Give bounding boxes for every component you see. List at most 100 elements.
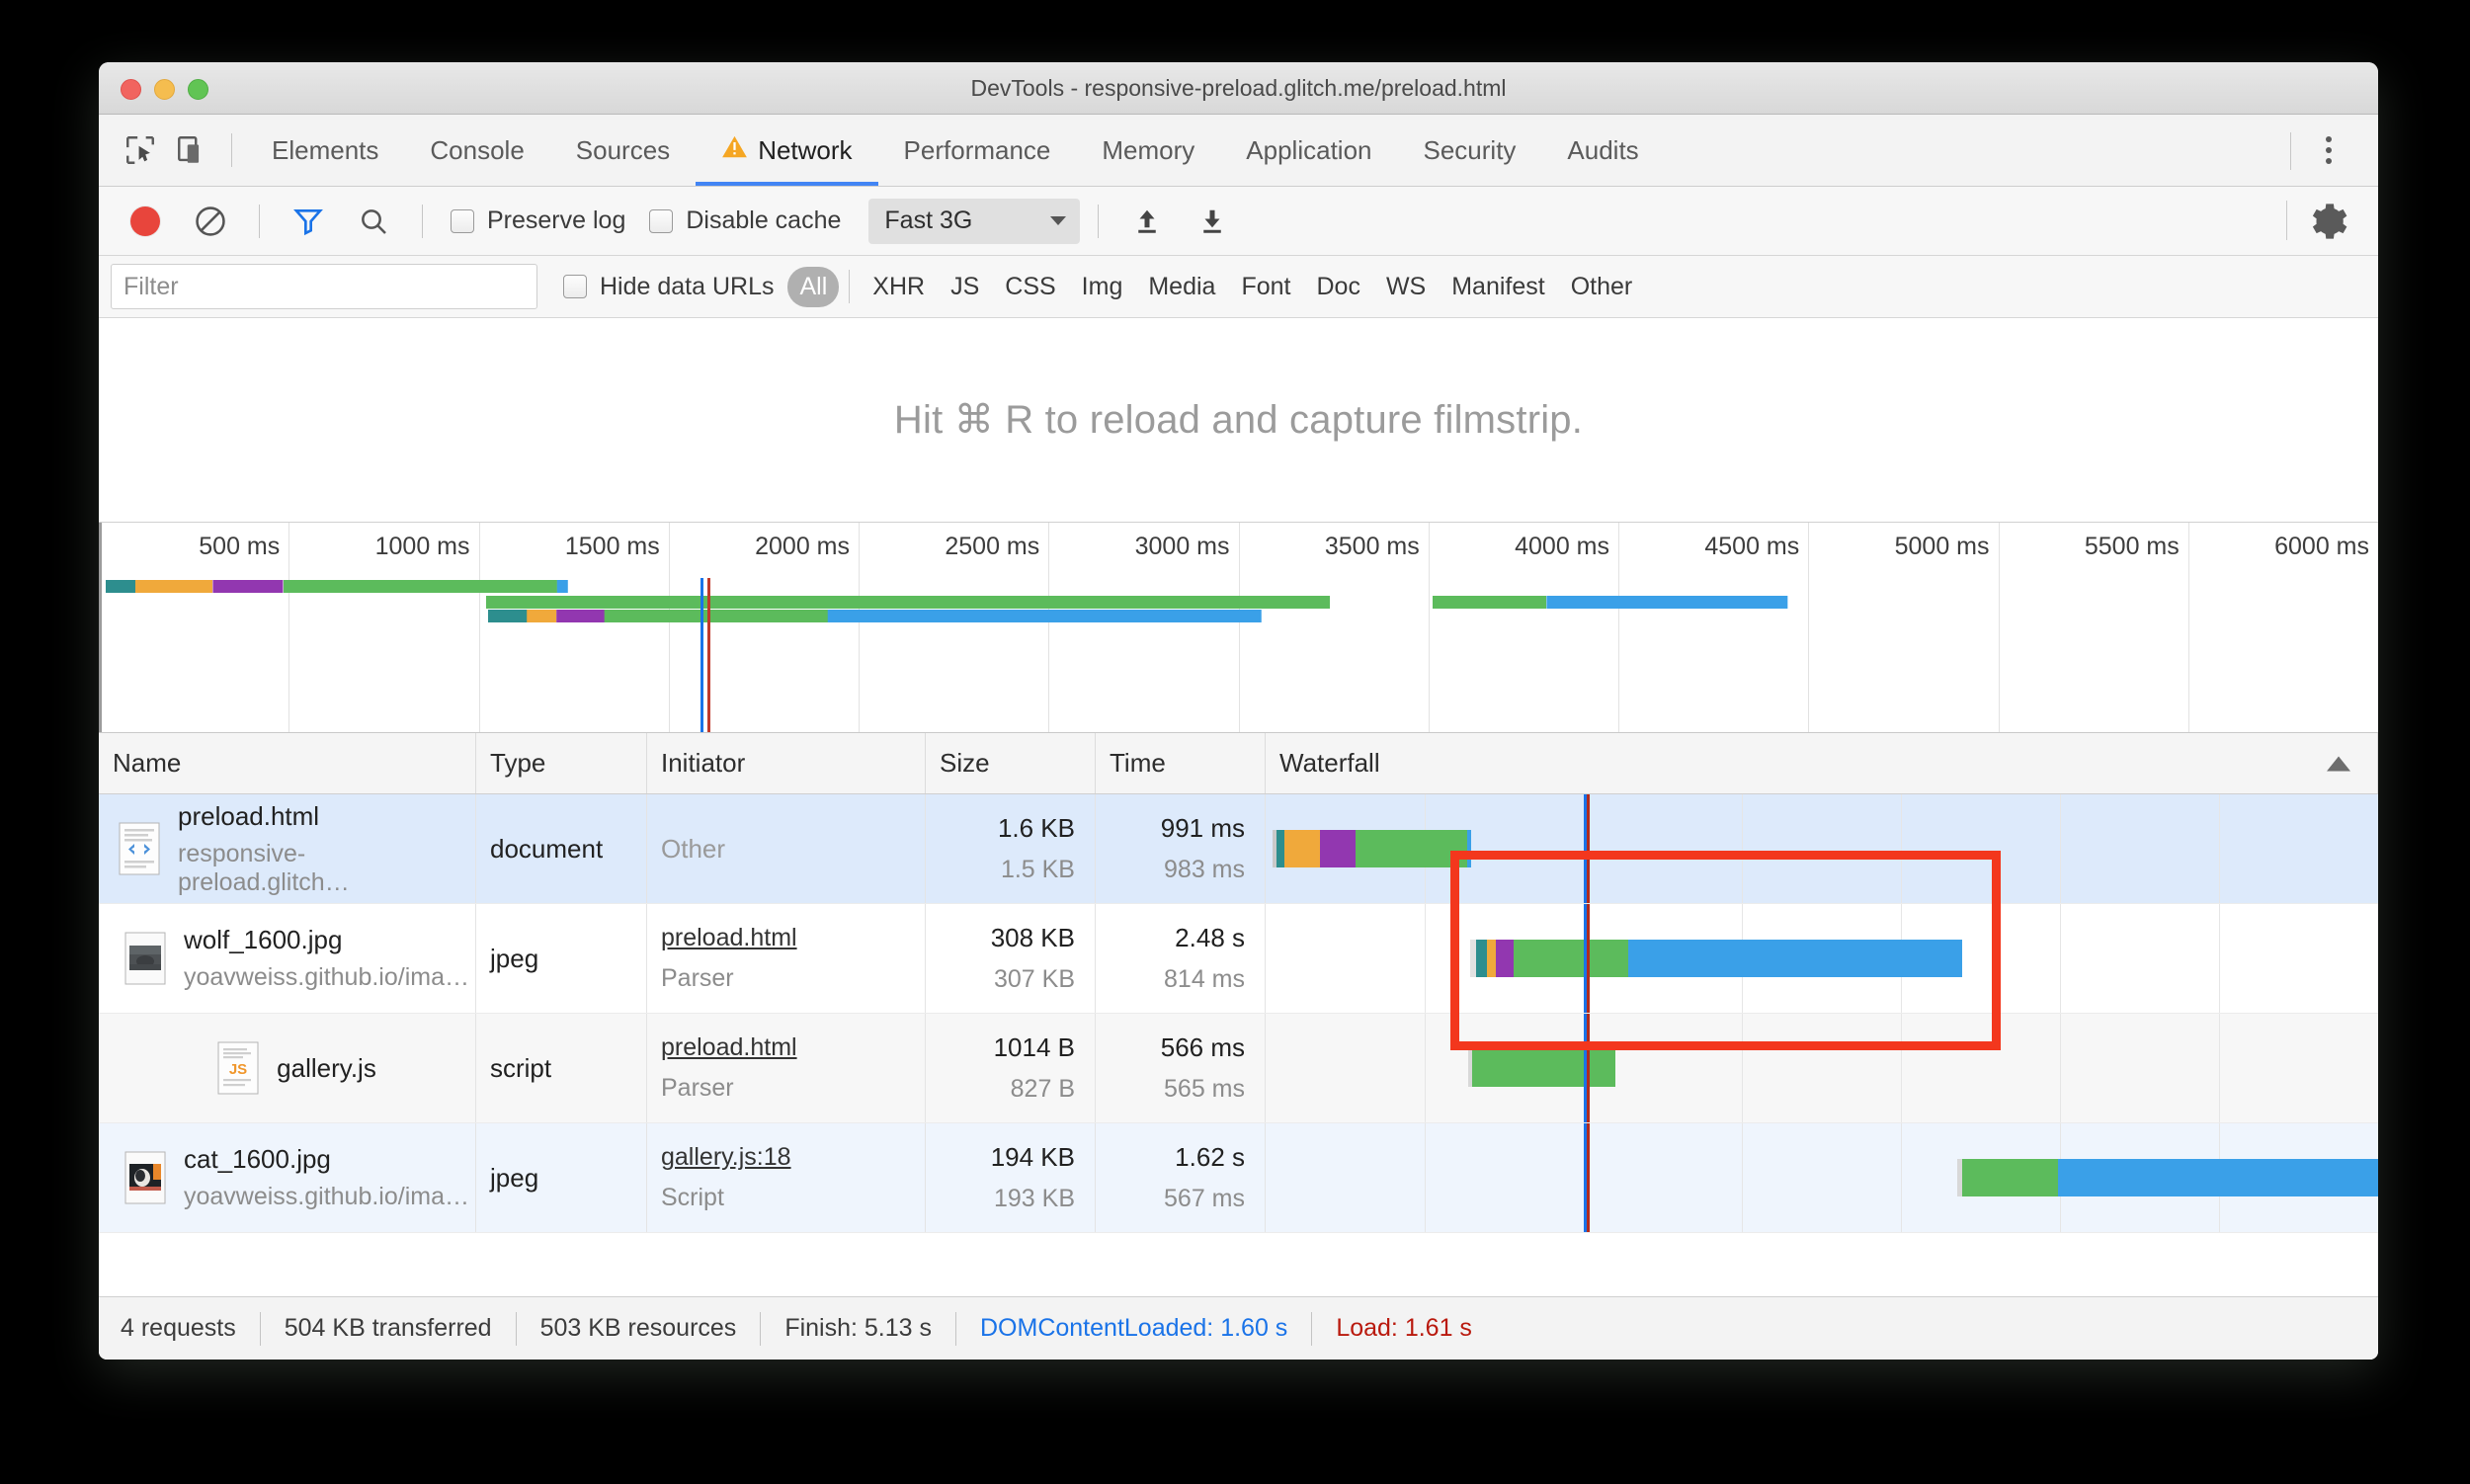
overview-bar-segment bbox=[527, 610, 557, 622]
type-filter-manifest[interactable]: Manifest bbox=[1439, 267, 1557, 307]
cell-time: 1.62 s 567 ms bbox=[1096, 1123, 1266, 1232]
tab-audits[interactable]: Audits bbox=[1541, 115, 1664, 186]
overview-tick-label: 4000 ms bbox=[1515, 533, 1609, 560]
cell-waterfall[interactable] bbox=[1266, 1014, 2378, 1122]
waterfall-bar[interactable] bbox=[1957, 1159, 2378, 1196]
disable-cache-checkbox[interactable]: Disable cache bbox=[639, 206, 851, 235]
waterfall-bar[interactable] bbox=[1467, 1049, 2378, 1087]
waterfall-segment bbox=[1628, 940, 1962, 977]
resource-type: script bbox=[490, 1052, 552, 1083]
type-filter-ws[interactable]: WS bbox=[1373, 267, 1439, 307]
hide-data-urls-checkbox[interactable]: Hide data URLs bbox=[563, 273, 774, 301]
overview-tick-label: 2500 ms bbox=[945, 533, 1040, 560]
cell-size: 194 KB 193 KB bbox=[926, 1123, 1096, 1232]
initiator-text: Other bbox=[661, 833, 726, 864]
table-body: preload.html responsive-preload.glitch… do… bbox=[99, 794, 2378, 1296]
cell-waterfall[interactable] bbox=[1266, 794, 2378, 903]
export-har-button[interactable] bbox=[1182, 196, 1243, 247]
overview-tick-label: 1000 ms bbox=[374, 533, 470, 560]
filter-input[interactable] bbox=[111, 264, 537, 309]
tabstrip-divider bbox=[2290, 132, 2291, 170]
type-filter-media[interactable]: Media bbox=[1135, 267, 1228, 307]
type-filter-font[interactable]: Font bbox=[1228, 267, 1303, 307]
tab-elements[interactable]: Elements bbox=[246, 115, 404, 186]
overview-tick-label: 5500 ms bbox=[2084, 533, 2180, 560]
toolbar-divider bbox=[1098, 204, 1100, 238]
resource-type: jpeg bbox=[490, 943, 539, 973]
tab-security[interactable]: Security bbox=[1398, 115, 1542, 186]
overview-tick-label: 4500 ms bbox=[1704, 533, 1800, 560]
overview-tick-label: 1500 ms bbox=[564, 533, 660, 560]
latency-value: 814 ms bbox=[1164, 965, 1245, 993]
resource-type: jpeg bbox=[490, 1162, 539, 1193]
tab-sources[interactable]: Sources bbox=[550, 115, 696, 186]
waterfall-bar[interactable] bbox=[1272, 830, 2378, 867]
waterfall-segment bbox=[1356, 830, 1467, 867]
type-filter-css[interactable]: CSS bbox=[992, 267, 1068, 307]
column-header-name[interactable]: Name bbox=[99, 733, 476, 793]
checkbox-box bbox=[563, 275, 587, 298]
panel-tabs: Elements Console Sources Network Perform… bbox=[246, 115, 1665, 186]
tab-label: Audits bbox=[1567, 134, 1639, 165]
waterfall-bar[interactable] bbox=[1470, 940, 2378, 977]
tab-performance[interactable]: Performance bbox=[878, 115, 1077, 186]
table-row[interactable]: wolf_1600.jpg yoavweiss.github.io/ima… jpe… bbox=[99, 904, 2378, 1014]
overview-bar-segment bbox=[828, 610, 1262, 622]
cell-type: script bbox=[476, 1014, 647, 1122]
throttling-dropdown[interactable]: Fast 3G bbox=[868, 198, 1081, 244]
cell-size: 308 KB 307 KB bbox=[926, 904, 1096, 1013]
type-filter-other[interactable]: Other bbox=[1558, 267, 1646, 307]
initiator-link[interactable]: preload.html bbox=[661, 1033, 925, 1062]
cell-waterfall[interactable] bbox=[1266, 1123, 2378, 1232]
type-filter-xhr[interactable]: XHR bbox=[860, 267, 938, 307]
more-options-icon[interactable] bbox=[2309, 129, 2348, 171]
window-titlebar: DevTools - responsive-preload.glitch.me/… bbox=[99, 62, 2378, 115]
column-header-size[interactable]: Size bbox=[926, 733, 1096, 793]
type-filter-doc[interactable]: Doc bbox=[1303, 267, 1372, 307]
waterfall-segment bbox=[1961, 1159, 2058, 1196]
tab-console[interactable]: Console bbox=[404, 115, 549, 186]
search-button[interactable] bbox=[343, 196, 404, 247]
upload-arrow-icon bbox=[1138, 209, 1157, 233]
preserve-log-checkbox[interactable]: Preserve log bbox=[441, 206, 635, 235]
type-filter-img[interactable]: Img bbox=[1069, 267, 1136, 307]
table-row[interactable]: JS gallery.js script preload.html Parser 1014… bbox=[99, 1014, 2378, 1123]
transferred-size-value: 308 KB bbox=[990, 923, 1075, 952]
column-header-type[interactable]: Type bbox=[476, 733, 647, 793]
screen-root: DevTools - responsive-preload.glitch.me/… bbox=[0, 0, 2470, 1484]
request-filename: cat_1600.jpg bbox=[183, 1144, 331, 1174]
initiator-link[interactable]: gallery.js:18 bbox=[661, 1143, 925, 1172]
type-filter-all[interactable]: All bbox=[787, 266, 840, 307]
network-overview[interactable]: 500 ms 1000 ms 1500 ms 2000 ms 2500 ms 3000 m… bbox=[99, 523, 2378, 733]
device-toolbar-icon[interactable] bbox=[166, 124, 217, 176]
overview-bar-segment bbox=[134, 580, 213, 593]
overview-gridline bbox=[2187, 523, 2189, 732]
funnel-icon bbox=[293, 208, 323, 235]
filter-button[interactable] bbox=[278, 196, 339, 247]
cell-initiator: Other bbox=[647, 794, 926, 903]
record-button[interactable] bbox=[115, 196, 176, 247]
checkbox-box bbox=[649, 208, 674, 233]
overview-tick-label: 5000 ms bbox=[1894, 533, 1990, 560]
waterfall-segment bbox=[1320, 830, 1357, 867]
cell-waterfall[interactable] bbox=[1266, 904, 2378, 1013]
request-filename: gallery.js bbox=[277, 1052, 376, 1083]
type-filter-js[interactable]: JS bbox=[938, 267, 992, 307]
name-text-group: cat_1600.jpg yoavweiss.github.io/ima… bbox=[184, 1144, 469, 1211]
table-row[interactable]: preload.html responsive-preload.glitch… do… bbox=[99, 794, 2378, 904]
settings-button[interactable] bbox=[2305, 199, 2350, 244]
latency-value: 565 ms bbox=[1164, 1075, 1245, 1103]
total-time-value: 566 ms bbox=[1160, 1032, 1245, 1062]
column-header-initiator[interactable]: Initiator bbox=[647, 733, 926, 793]
import-har-button[interactable] bbox=[1116, 196, 1178, 247]
inspect-element-icon[interactable] bbox=[115, 124, 166, 176]
tab-memory[interactable]: Memory bbox=[1076, 115, 1220, 186]
tab-network[interactable]: Network bbox=[696, 115, 878, 186]
waterfall-segment bbox=[1487, 940, 1497, 977]
column-header-time[interactable]: Time bbox=[1096, 733, 1266, 793]
initiator-link[interactable]: preload.html bbox=[661, 924, 925, 952]
column-header-waterfall[interactable]: Waterfall bbox=[1266, 733, 2378, 793]
table-row[interactable]: cat_1600.jpg yoavweiss.github.io/ima… jpeg… bbox=[99, 1123, 2378, 1233]
tab-application[interactable]: Application bbox=[1220, 115, 1397, 186]
clear-button[interactable] bbox=[180, 196, 241, 247]
